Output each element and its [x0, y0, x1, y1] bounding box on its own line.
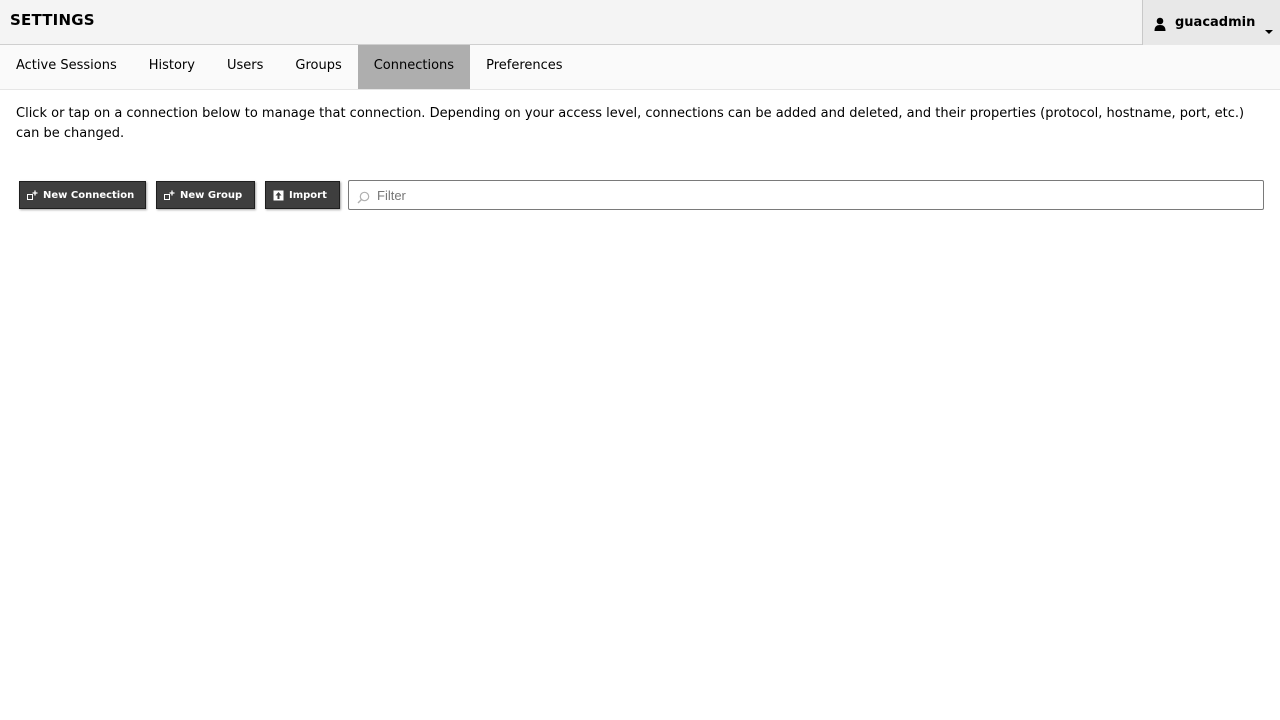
tab-active-sessions[interactable]: Active Sessions: [0, 45, 133, 89]
tab-groups[interactable]: Groups: [279, 45, 357, 89]
tab-history[interactable]: History: [133, 45, 211, 89]
add-group-icon: [164, 190, 175, 201]
page-title: SETTINGS: [10, 11, 95, 29]
app-header: SETTINGS guacadmin: [0, 0, 1280, 45]
upload-icon: [273, 190, 284, 201]
caret-down-icon: [1264, 20, 1274, 34]
search-icon: [357, 189, 370, 203]
connections-toolbar: New Connection New Group Import: [19, 180, 1264, 210]
username-label: guacadmin: [1175, 15, 1256, 30]
tab-preferences[interactable]: Preferences: [470, 45, 578, 89]
new-group-label: New Group: [180, 189, 243, 201]
import-button[interactable]: Import: [265, 181, 340, 209]
new-connection-button[interactable]: New Connection: [19, 181, 146, 209]
new-group-button[interactable]: New Group: [156, 181, 255, 209]
import-label: Import: [289, 189, 327, 201]
user-icon: [1153, 16, 1167, 31]
user-menu[interactable]: guacadmin: [1142, 0, 1280, 45]
connections-description: Click or tap on a connection below to ma…: [16, 106, 1245, 141]
add-connection-icon: [27, 190, 38, 201]
tab-users[interactable]: Users: [211, 45, 279, 89]
filter-field[interactable]: [348, 180, 1264, 210]
new-connection-label: New Connection: [43, 189, 135, 201]
tab-connections[interactable]: Connections: [357, 45, 471, 89]
filter-input[interactable]: [377, 183, 1263, 207]
settings-tabs: Active Sessions History Users Groups Con…: [0, 45, 1280, 90]
